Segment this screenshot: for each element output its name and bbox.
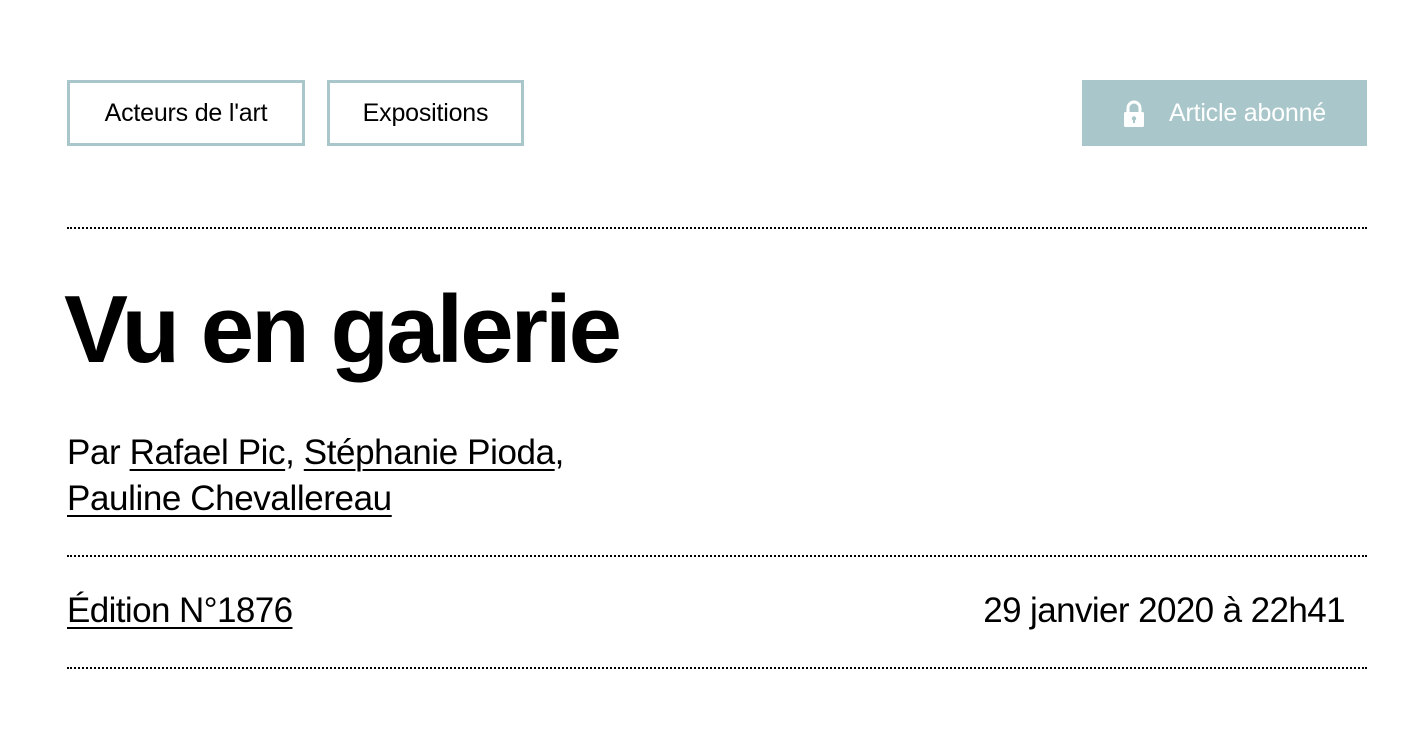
page-title: Vu en galerie (64, 276, 622, 383)
subscriber-badge: Article abonné (1082, 80, 1367, 146)
tag-expositions[interactable]: Expositions (327, 80, 524, 146)
divider (67, 667, 1367, 669)
byline-prefix: Par (67, 433, 121, 472)
subscriber-badge-label: Article abonné (1168, 98, 1327, 127)
byline: Par Rafael Pic, Stéphanie Pioda, Pauline… (67, 433, 564, 518)
edition-link[interactable]: Édition N°1876 (67, 588, 293, 634)
article-header: Acteurs de l'art Expositions Article abo… (64, 0, 1367, 736)
lock-icon (1123, 100, 1145, 128)
author-link[interactable]: Stéphanie Pioda (304, 433, 555, 472)
tag-acteurs-de-l-art[interactable]: Acteurs de l'art (67, 80, 305, 146)
author-link[interactable]: Rafael Pic (130, 433, 286, 472)
divider (67, 555, 1367, 557)
publication-date: 29 janvier 2020 à 22h41 (983, 591, 1345, 630)
divider (67, 227, 1367, 229)
author-link[interactable]: Pauline Chevallereau (67, 479, 392, 518)
tag-row: Acteurs de l'art Expositions Article abo… (67, 80, 1367, 146)
